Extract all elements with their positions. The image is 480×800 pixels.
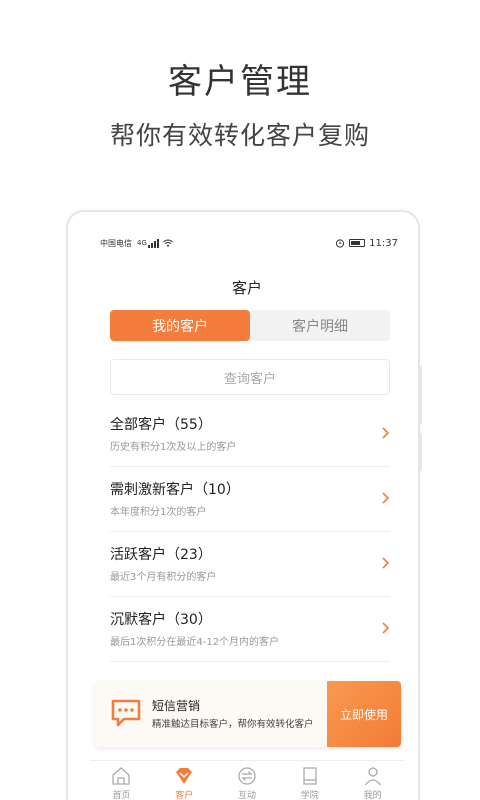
- wifi-icon: [163, 239, 173, 247]
- list-item-title: 沉默客户（30）: [110, 612, 212, 628]
- list-item-desc: 历史有积分1次及以上的客户: [110, 442, 237, 453]
- use-now-button[interactable]: 立即使用: [323, 681, 401, 747]
- banner-desc: 精准触达目标客户，帮你有效转化客户: [152, 719, 314, 730]
- promo-subtitle: 帮你有效转化客户复购: [109, 121, 370, 150]
- bottom-tab-bar: 首页 客户 互动 学院 我的: [90, 760, 404, 800]
- message-icon: [111, 699, 141, 727]
- alarm-icon: [336, 239, 345, 248]
- screen-title: 客户: [231, 279, 262, 297]
- clock-time: 11:37: [369, 237, 398, 249]
- promo-title: 客户管理: [168, 62, 312, 102]
- chevron-right-icon: [382, 492, 390, 504]
- carrier-label: 中国电信: [100, 238, 132, 248]
- sms-marketing-banner[interactable]: 短信营销 精准触达目标客户，帮你有效转化客户 立即使用: [95, 681, 401, 747]
- phone-side-button: [418, 365, 422, 425]
- list-item[interactable]: 沉默客户（30） 最后1次积分在最近4-12个月内的客户: [110, 597, 390, 662]
- list-item-title: 全部客户（55）: [110, 417, 212, 433]
- list-item[interactable]: 活跃客户（23） 最近3个月有积分的客户: [110, 532, 390, 597]
- customer-group-list: 全部客户（55） 历史有积分1次及以上的客户 需刺激新客户（10） 本年度积分1…: [110, 402, 390, 662]
- tab-label: 互动: [237, 791, 256, 800]
- list-item-title: 活跃客户（23）: [110, 547, 212, 563]
- diamond-icon: [176, 768, 193, 784]
- battery-icon: [349, 239, 366, 247]
- tab-home[interactable]: 首页: [90, 761, 153, 800]
- list-item[interactable]: 需刺激新客户（10） 本年度积分1次的客户: [110, 467, 390, 532]
- tab-customer-details[interactable]: 客户明细: [250, 310, 390, 341]
- tab-label: 我的: [363, 791, 382, 800]
- home-icon: [112, 767, 131, 785]
- tab-mine[interactable]: 我的: [341, 761, 404, 800]
- tab-label: 学院: [300, 791, 319, 800]
- tab-my-customers[interactable]: 我的客户: [110, 310, 250, 341]
- tab-customers[interactable]: 客户: [153, 761, 216, 800]
- list-item-desc: 最近3个月有积分的客户: [110, 572, 217, 583]
- segment-control: 我的客户 客户明细: [110, 310, 390, 341]
- tab-label: 客户: [175, 791, 194, 800]
- chevron-right-icon: [382, 557, 390, 569]
- signal-icon: [147, 238, 159, 248]
- tab-academy[interactable]: 学院: [278, 761, 341, 800]
- exchange-icon: [238, 767, 256, 785]
- status-bar: 中国电信 4G 11:37: [100, 236, 398, 250]
- chevron-right-icon: [382, 427, 390, 439]
- search-customer-input[interactable]: 查询客户: [110, 359, 390, 395]
- tab-label: 首页: [112, 791, 131, 800]
- list-item-desc: 最后1次积分在最近4-12个月内的客户: [110, 637, 280, 648]
- banner-title: 短信营销: [152, 699, 201, 713]
- list-item[interactable]: 全部客户（55） 历史有积分1次及以上的客户: [110, 402, 390, 467]
- list-item-desc: 本年度积分1次的客户: [110, 507, 207, 518]
- phone-side-button: [418, 432, 422, 472]
- phone-frame: 中国电信 4G 11:37 客户 我的客户 客户明细 查询客户 全部客户（55）…: [66, 210, 420, 800]
- book-icon: [303, 767, 317, 785]
- chevron-right-icon: [382, 622, 390, 634]
- tab-interaction[interactable]: 互动: [216, 761, 279, 800]
- network-label: 4G: [137, 239, 147, 247]
- phone-screen: 中国电信 4G 11:37 客户 我的客户 客户明细 查询客户 全部客户（55）…: [90, 232, 404, 800]
- list-item-title: 需刺激新客户（10）: [110, 482, 240, 498]
- user-icon: [364, 767, 381, 786]
